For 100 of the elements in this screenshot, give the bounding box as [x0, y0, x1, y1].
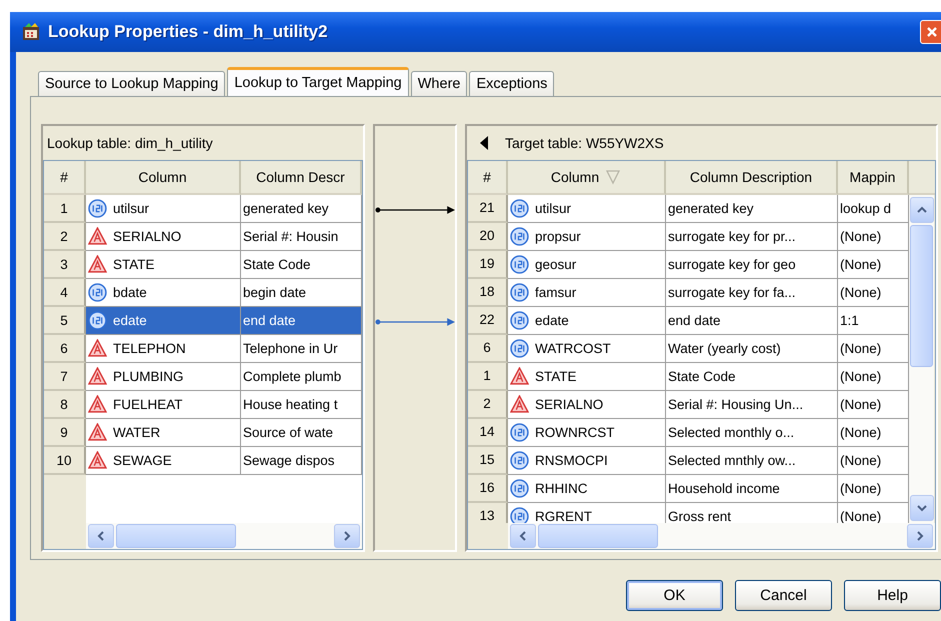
triangle-icon [88, 423, 107, 442]
row-number: 13 [468, 502, 508, 523]
table-cell[interactable]: Serial #: Housin [241, 223, 362, 251]
table-cell[interactable]: edate [86, 307, 241, 335]
table-cell[interactable]: RGRENT [508, 502, 666, 523]
table-cell[interactable]: (None) [838, 418, 909, 447]
table-cell[interactable]: Telephone in Ur [241, 335, 362, 363]
horizontal-scrollbar[interactable] [86, 523, 362, 549]
table-cell[interactable]: Selected monthly o... [666, 418, 838, 447]
column-name: utilsur [113, 201, 150, 216]
table-cell[interactable]: Gross rent [666, 502, 838, 523]
table-cell[interactable]: (None) [838, 334, 909, 363]
table-cell[interactable]: STATE [86, 251, 241, 279]
table-cell[interactable]: FUELHEAT [86, 391, 241, 419]
table-cell[interactable]: (None) [838, 278, 909, 307]
column-header[interactable]: Column [86, 161, 241, 195]
scroll-right-button[interactable] [907, 524, 933, 548]
table-cell[interactable]: surrogate key for fa... [666, 278, 838, 307]
column-header[interactable]: # [468, 161, 508, 195]
table-cell[interactable]: Complete plumb [241, 363, 362, 391]
table-cell[interactable]: (None) [838, 446, 909, 475]
table-cell[interactable]: PLUMBING [86, 363, 241, 391]
table-cell[interactable]: surrogate key for geo [666, 250, 838, 279]
table-cell[interactable]: WATRCOST [508, 334, 666, 363]
table-cell[interactable]: Household income [666, 474, 838, 503]
table-cell[interactable]: RNSMOCPI [508, 446, 666, 475]
close-icon [926, 26, 938, 38]
scroll-down-button[interactable] [910, 495, 934, 521]
table-cell[interactable]: utilsur [508, 194, 666, 223]
dialog-button[interactable]: OK [626, 580, 723, 611]
scroll-left-button[interactable] [510, 524, 536, 548]
table-cell[interactable]: geosur [508, 250, 666, 279]
table-cell[interactable]: Selected mnthly ow... [666, 446, 838, 475]
tab[interactable]: Lookup to Target Mapping [227, 67, 409, 96]
table-cell[interactable]: SEWAGE [86, 447, 241, 475]
table-cell[interactable]: end date [666, 306, 838, 335]
table-cell[interactable]: propsur [508, 222, 666, 251]
table-cell[interactable]: begin date [241, 279, 362, 307]
table-cell[interactable]: State Code [241, 251, 362, 279]
table-cell[interactable]: end date [241, 307, 362, 335]
table-cell[interactable]: generated key [241, 195, 362, 223]
column-header[interactable]: Column Description [666, 161, 838, 195]
row-number: 7 [44, 363, 86, 391]
table-cell[interactable]: STATE [508, 362, 666, 391]
dialog-button[interactable]: Help [844, 580, 941, 611]
chevron-right-icon [915, 531, 925, 541]
disc-icon [510, 310, 529, 330]
column-header[interactable]: Mappin [838, 161, 909, 195]
table-cell[interactable]: Sewage dispos [241, 447, 362, 475]
table-cell[interactable]: (None) [838, 362, 909, 391]
table-cell[interactable]: ROWNRCST [508, 418, 666, 447]
table-cell[interactable]: TELEPHON [86, 335, 241, 363]
table-cell[interactable]: 1:1 [838, 306, 909, 335]
table-cell[interactable]: edate [508, 306, 666, 335]
table-cell[interactable]: SERIALNO [86, 223, 241, 251]
close-button[interactable] [920, 20, 941, 44]
table-cell[interactable]: State Code [666, 362, 838, 391]
table-cell[interactable]: Water (yearly cost) [666, 334, 838, 363]
table-cell[interactable]: lookup d [838, 194, 909, 223]
vertical-scrollbar[interactable] [909, 194, 934, 523]
scroll-up-button[interactable] [910, 196, 934, 223]
table-cell[interactable]: surrogate key for pr... [666, 222, 838, 251]
table-cell[interactable]: famsur [508, 278, 666, 307]
table-cell[interactable]: (None) [838, 390, 909, 419]
tab[interactable]: Where [410, 71, 468, 96]
table-cell[interactable]: (None) [838, 250, 909, 279]
table-cell[interactable]: utilsur [86, 195, 241, 223]
tab[interactable]: Exceptions [469, 71, 554, 96]
table-cell[interactable]: bdate [86, 279, 241, 307]
row-number: 6 [44, 335, 86, 363]
row-number: 18 [468, 278, 508, 307]
scroll-left-button[interactable] [88, 524, 114, 548]
column-name: STATE [535, 368, 577, 384]
table-cell[interactable]: SERIALNO [508, 390, 666, 419]
collapse-triangle-icon[interactable] [479, 136, 489, 150]
horizontal-scrollbar[interactable] [508, 523, 935, 549]
table-cell[interactable]: Serial #: Housing Un... [666, 390, 838, 419]
row-number: 3 [44, 251, 86, 279]
row-number: 6 [468, 334, 508, 363]
column-name: RGRENT [535, 508, 592, 523]
scrollbar-thumb[interactable] [910, 224, 933, 367]
table-cell[interactable]: WATER [86, 419, 241, 447]
table-cell[interactable]: RHHINC [508, 474, 666, 503]
scrollbar-thumb[interactable] [538, 524, 658, 548]
column-header[interactable]: Column Descr [241, 161, 362, 195]
triangle-icon [88, 395, 107, 414]
scroll-right-button[interactable] [334, 524, 360, 548]
tab[interactable]: Source to Lookup Mapping [38, 71, 226, 96]
table-cell[interactable]: (None) [838, 474, 909, 503]
mapping-arrow[interactable] [375, 205, 455, 215]
row-number: 9 [44, 419, 86, 447]
table-cell[interactable]: generated key [666, 194, 838, 223]
dialog-button[interactable]: Cancel [735, 580, 832, 611]
table-cell[interactable]: Source of wate [241, 419, 362, 447]
table-cell[interactable]: House heating t [241, 391, 362, 419]
scrollbar-thumb[interactable] [116, 524, 236, 548]
column-header[interactable]: Column [508, 161, 666, 195]
table-cell[interactable]: (None) [838, 222, 909, 251]
app-icon [22, 23, 40, 41]
column-header[interactable]: # [44, 161, 86, 195]
